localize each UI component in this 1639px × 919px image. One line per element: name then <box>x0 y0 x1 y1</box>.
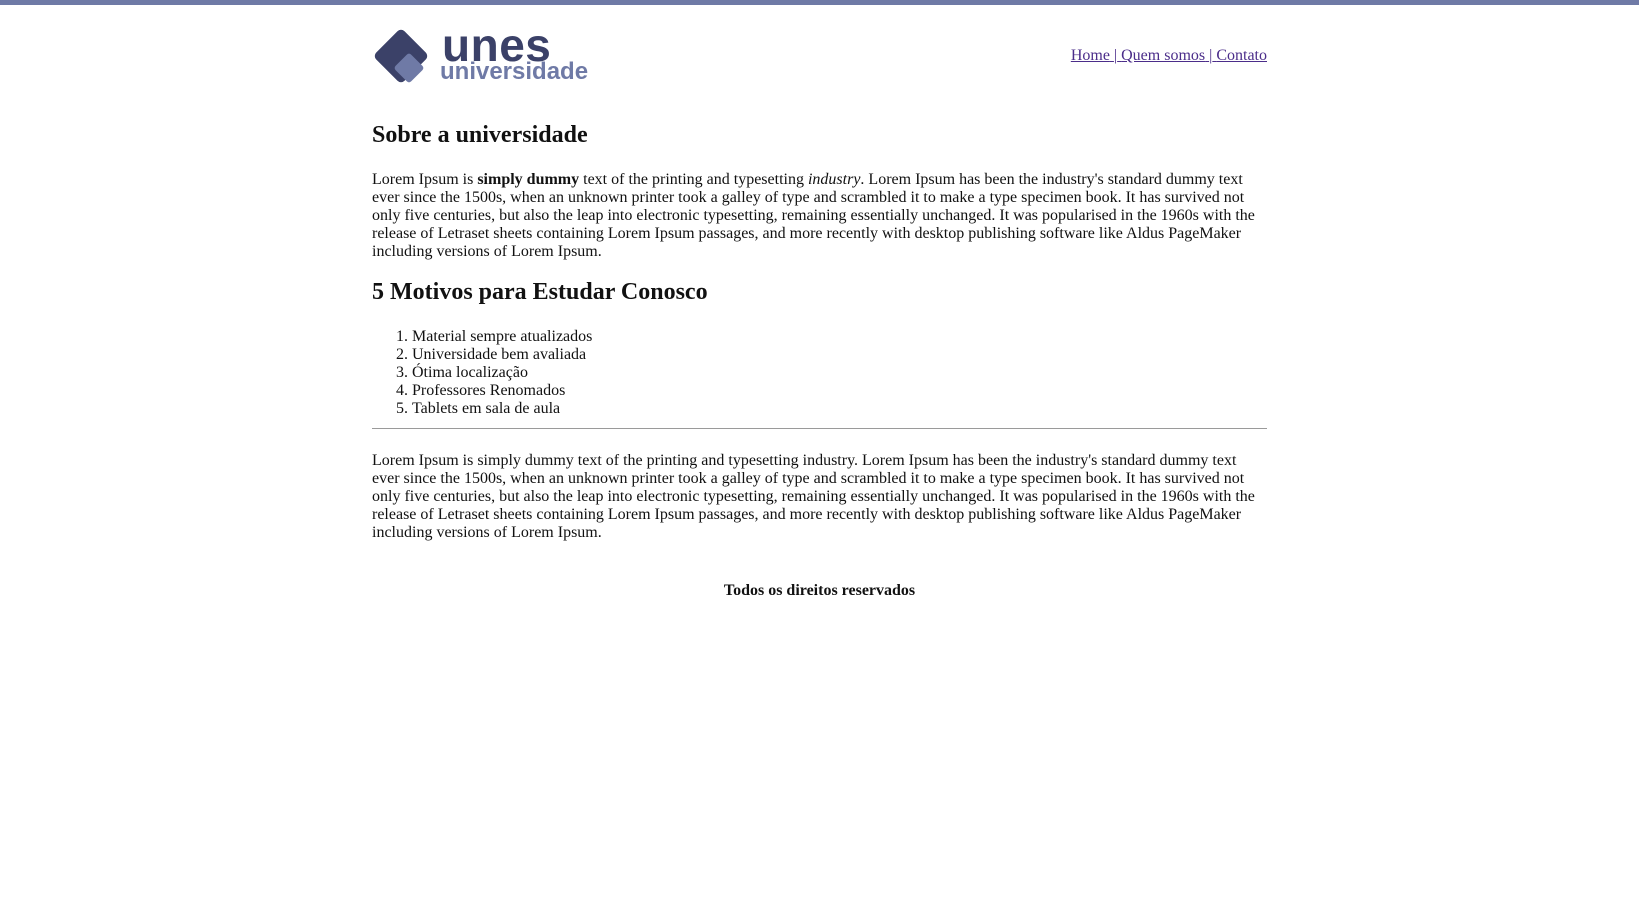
section-divider <box>372 428 1267 429</box>
main-nav: Home | Quem somos | Contato <box>1071 47 1267 65</box>
list-item: Professores Renomados <box>412 382 592 400</box>
logo[interactable]: unes universidade <box>372 22 592 87</box>
list-item: Universidade bem avaliada <box>412 346 592 364</box>
page-container: unes universidade Home | Quem somos | Co… <box>372 5 1267 599</box>
list-item: Ótima localização <box>412 364 592 382</box>
nav-separator: | <box>1113 47 1118 64</box>
about-heading: Sobre a universidade <box>372 122 588 148</box>
nav-separator: | <box>1209 47 1213 64</box>
list-item: Material sempre atualizados <box>412 328 592 346</box>
list-item: Tablets em sala de aula <box>412 400 592 418</box>
logo-subtitle: universidade <box>440 58 589 85</box>
logo-diamond-icon <box>374 29 428 83</box>
site-header: unes universidade Home | Quem somos | Co… <box>372 5 1267 85</box>
about-paragraph: Lorem Ipsum is simply dummy text of the … <box>372 171 1255 260</box>
nav-link-home[interactable]: Home <box>1071 47 1110 64</box>
nav-link-contato[interactable]: Contato <box>1216 47 1267 64</box>
nav-link-quem-somos[interactable]: Quem somos <box>1121 47 1205 64</box>
footer-text: Todos os direitos reservados <box>723 582 916 599</box>
reasons-list: Material sempre atualizados Universidade… <box>372 328 592 418</box>
closing-paragraph: Lorem Ipsum is simply dummy text of the … <box>372 452 1255 541</box>
reasons-heading: 5 Motivos para Estudar Conosco <box>372 279 708 305</box>
